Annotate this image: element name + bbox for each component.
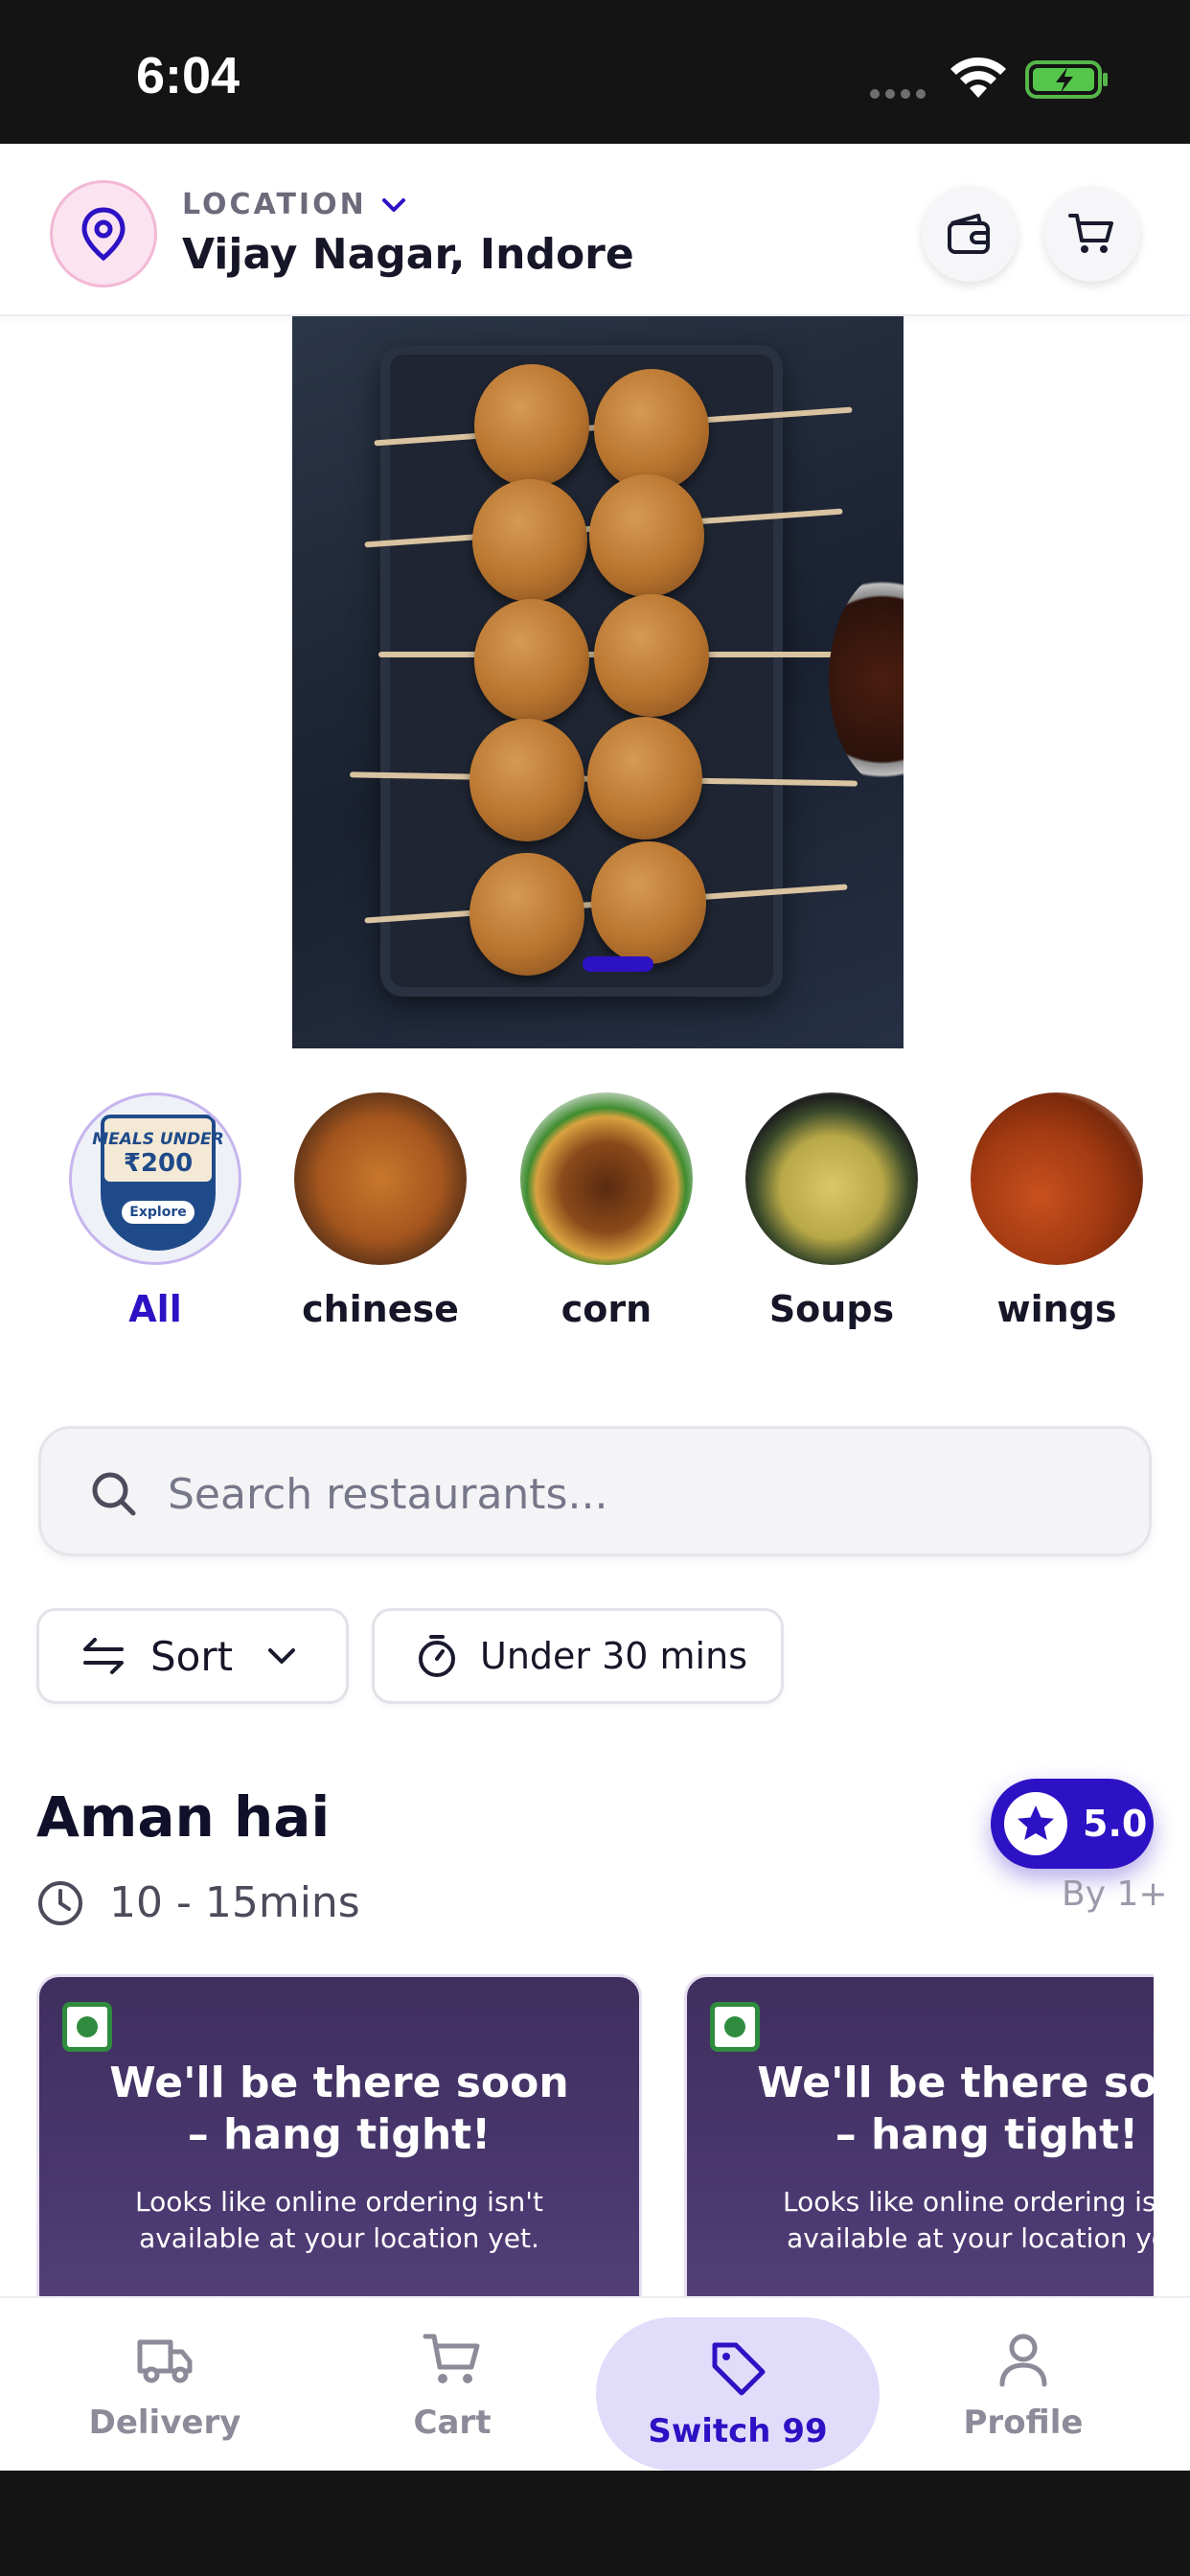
category-corn[interactable]: corn xyxy=(515,1092,698,1330)
card-message: Looks like online ordering isn't availab… xyxy=(783,2186,1154,2254)
category-label: corn xyxy=(561,1288,652,1330)
wifi-icon xyxy=(950,57,1006,98)
category-wings-image xyxy=(971,1092,1143,1265)
truck-icon xyxy=(137,2339,193,2383)
status-bar: 6:04 xyxy=(0,0,1190,144)
time-filter-label: Under 30 mins xyxy=(480,1635,747,1677)
category-soups[interactable]: Soups xyxy=(741,1092,923,1330)
signal-icon xyxy=(870,84,931,99)
category-corn-image xyxy=(520,1092,693,1265)
tag-icon xyxy=(712,2342,766,2396)
rating-badge: 5.0 xyxy=(991,1779,1154,1869)
battery-icon xyxy=(1025,60,1108,99)
location-selector[interactable]: LOCATION xyxy=(182,188,407,221)
location-name[interactable]: Vijay Nagar, Indore xyxy=(182,230,634,279)
nav-label: Profile xyxy=(963,2404,1084,2442)
wallet-button[interactable] xyxy=(922,186,1018,282)
wallet-icon xyxy=(948,214,990,254)
veg-indicator-icon xyxy=(62,2002,112,2052)
chevron-down-icon xyxy=(381,197,405,212)
search-icon xyxy=(92,1472,136,1516)
bottom-navigation: Delivery Cart Switch 99 Profile xyxy=(0,2296,1190,2471)
veg-indicator-icon xyxy=(710,2002,760,2052)
home-indicator-area xyxy=(0,2471,1190,2576)
category-label: chinese xyxy=(302,1288,459,1330)
nav-cart[interactable]: Cart xyxy=(347,2298,558,2472)
delivery-time-row: 10 - 15mins xyxy=(36,1878,360,1927)
carousel-indicator[interactable] xyxy=(583,956,653,972)
category-all-image: MEALS UNDER ₹200 Explore xyxy=(69,1092,241,1265)
user-icon xyxy=(999,2334,1047,2387)
restaurant-name[interactable]: Aman hai xyxy=(36,1784,330,1850)
category-wings[interactable]: wings xyxy=(966,1092,1148,1330)
search-input[interactable] xyxy=(168,1458,1107,1530)
cart-button[interactable] xyxy=(1044,186,1140,282)
location-label: LOCATION xyxy=(182,188,367,221)
clock-icon xyxy=(38,1880,82,1925)
nav-label: Delivery xyxy=(88,2404,241,2442)
unavailable-card[interactable]: We'll be there soon – hang tight! Looks … xyxy=(36,1974,642,2300)
location-button[interactable] xyxy=(50,180,157,288)
chevron-down-icon xyxy=(268,1648,296,1664)
category-label: Soups xyxy=(768,1288,895,1330)
unavailable-card[interactable]: We'll be there soon – hang tight! Looks … xyxy=(684,1974,1154,2300)
nav-switch-99[interactable]: Switch 99 xyxy=(596,2317,880,2471)
sort-button[interactable]: Sort xyxy=(36,1608,349,1704)
category-chinese[interactable]: chinese xyxy=(289,1092,471,1330)
nav-profile[interactable]: Profile xyxy=(918,2298,1129,2472)
category-all[interactable]: MEALS UNDER ₹200 Explore All xyxy=(64,1092,246,1330)
status-time: 6:04 xyxy=(136,47,240,104)
promo-banner[interactable] xyxy=(292,316,904,1048)
category-label: All xyxy=(128,1288,182,1330)
category-list: MEALS UNDER ₹200 Explore All chinese cor… xyxy=(0,1092,1190,1342)
location-header: LOCATION Vijay Nagar, Indore xyxy=(0,144,1190,316)
rating-value: 5.0 xyxy=(1083,1803,1148,1845)
card-title: We'll be there soon – hang tight! xyxy=(757,2058,1154,2159)
card-message: Looks like online ordering isn't availab… xyxy=(135,2186,543,2254)
restaurant-cards: We'll be there soon – hang tight! Looks … xyxy=(0,1974,1154,2300)
star-icon xyxy=(1018,1806,1054,1840)
cart-icon xyxy=(423,2334,480,2383)
cart-icon xyxy=(1068,214,1113,253)
category-chinese-image xyxy=(294,1092,467,1265)
delivery-time: 10 - 15mins xyxy=(109,1878,360,1927)
location-pin-icon xyxy=(81,207,126,262)
sort-label: Sort xyxy=(150,1632,234,1680)
sort-arrows-icon xyxy=(83,1638,124,1674)
timer-icon xyxy=(419,1635,455,1677)
nav-label: Cart xyxy=(413,2404,492,2442)
category-label: wings xyxy=(996,1288,1117,1330)
nav-delivery[interactable]: Delivery xyxy=(59,2298,270,2472)
card-title: We'll be there soon – hang tight! xyxy=(109,2058,569,2159)
under-30-mins-filter[interactable]: Under 30 mins xyxy=(372,1608,784,1704)
nav-label: Switch 99 xyxy=(648,2412,828,2450)
search-bar[interactable] xyxy=(38,1426,1152,1556)
rating-count: By 1+ xyxy=(1062,1874,1168,1914)
category-soups-image xyxy=(745,1092,918,1265)
